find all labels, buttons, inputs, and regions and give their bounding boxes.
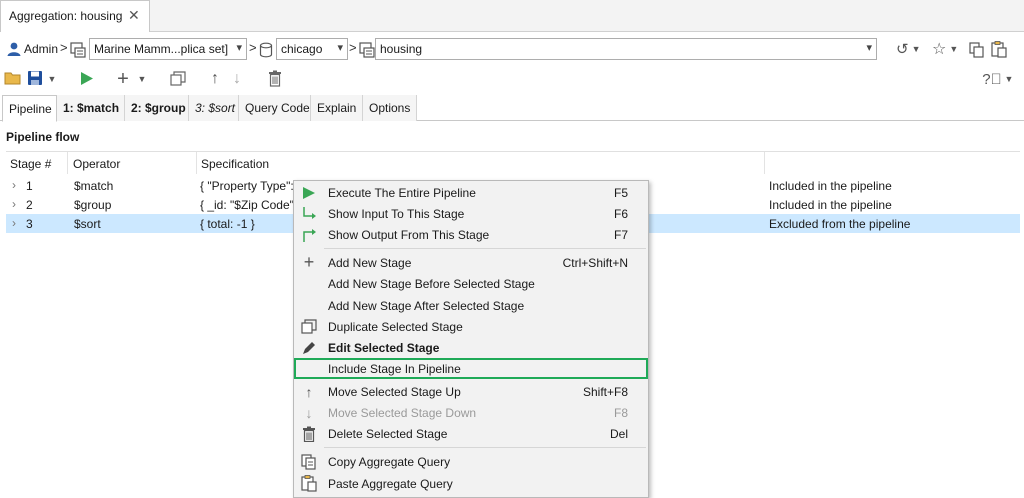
menu-item-show-input[interactable]: Show Input To This Stage F6 (294, 203, 648, 224)
connection-value: Marine Mamm...plica set] (94, 42, 229, 56)
play-icon (300, 184, 318, 201)
column-header-specification[interactable]: Specification (197, 152, 765, 174)
menu-item-add-stage-after[interactable]: Add New Stage After Selected Stage (294, 295, 648, 316)
arrow-up-right-icon (300, 226, 318, 243)
tab-stage-3[interactable]: 3: $sort (189, 95, 239, 121)
chevron-right-icon[interactable]: › (12, 216, 16, 230)
menu-item-add-stage-before[interactable]: Add New Stage Before Selected Stage (294, 273, 648, 294)
toolbar: ▼ + ▼ ↑ ↓ ?⃝ ▼ (0, 66, 1024, 92)
tab-stage-2[interactable]: 2: $group (125, 95, 189, 121)
chevron-down-icon[interactable]: ▼ (1004, 68, 1014, 90)
context-menu: Execute The Entire Pipeline F5 Show Inpu… (293, 180, 649, 498)
stage-operator: $sort (74, 217, 101, 231)
document-tab[interactable]: Aggregation: housing ✕ (0, 0, 150, 32)
breadcrumb: Admin > Marine Mamm...plica set] ▾ > chi… (0, 36, 1024, 64)
chevron-right-icon: > (349, 40, 357, 55)
chevron-down-icon: ▾ (236, 42, 242, 54)
tab-stage-1[interactable]: 1: $match (57, 95, 125, 121)
help-icon[interactable]: ?⃝ (982, 68, 1002, 90)
column-header-operator[interactable]: Operator (69, 152, 197, 174)
chevron-down-icon[interactable]: ▼ (137, 68, 147, 90)
tab-explain[interactable]: Explain (311, 95, 363, 121)
document-tab-strip: Aggregation: housing ✕ (0, 0, 1024, 32)
menu-item-add-stage[interactable]: + Add New Stage Ctrl+Shift+N (294, 252, 648, 273)
arrow-down-right-icon (300, 205, 318, 222)
chevron-down-icon[interactable]: ▼ (46, 68, 58, 90)
stage-status: Included in the pipeline (769, 179, 892, 193)
menu-separator (324, 447, 646, 448)
collection-select[interactable]: housing ▾ (375, 38, 877, 60)
open-folder-icon[interactable] (4, 70, 22, 86)
close-tab-icon[interactable]: ✕ (128, 7, 140, 24)
column-header-status[interactable] (765, 152, 1020, 174)
user-crumb[interactable]: Admin (6, 39, 58, 59)
menu-item-delete-stage[interactable]: Delete Selected Stage Del (294, 423, 648, 444)
play-icon[interactable] (80, 71, 94, 86)
arrow-down-icon[interactable]: ↓ (230, 68, 244, 90)
server-icon (70, 42, 86, 58)
stage-tabs: Pipeline 1: $match 2: $group 3: $sort Qu… (0, 95, 1024, 122)
trash-icon (300, 425, 318, 442)
plus-icon[interactable]: + (114, 68, 132, 90)
arrow-up-icon: ↑ (305, 383, 313, 400)
stage-number: 3 (26, 217, 33, 231)
menu-separator (324, 248, 646, 249)
database-select[interactable]: chicago ▾ (276, 38, 348, 60)
chevron-right-icon[interactable]: › (12, 178, 16, 192)
save-icon[interactable] (27, 70, 43, 86)
menu-item-duplicate-stage[interactable]: Duplicate Selected Stage (294, 316, 648, 337)
tab-query-code[interactable]: Query Code (239, 95, 311, 121)
connection-select[interactable]: Marine Mamm...plica set] ▾ (89, 38, 247, 60)
history-icon[interactable]: ↺ ▼ (896, 39, 921, 59)
paste-icon[interactable] (991, 41, 1007, 58)
stage-status: Included in the pipeline (769, 198, 892, 212)
user-icon (7, 42, 21, 56)
menu-item-include-stage[interactable]: Include Stage In Pipeline (294, 358, 648, 379)
trash-icon[interactable] (268, 70, 282, 87)
user-label: Admin (24, 42, 59, 56)
plus-icon: + (303, 252, 315, 272)
collection-value: housing (380, 42, 423, 56)
paste-icon (300, 475, 318, 492)
menu-item-move-down[interactable]: ↓ Move Selected Stage Down F8 (294, 402, 648, 423)
duplicate-icon (300, 318, 318, 335)
stage-operator: $group (74, 198, 112, 212)
pen-icon (300, 339, 318, 356)
chevron-right-icon[interactable]: › (12, 197, 16, 211)
chevron-right-icon: > (249, 40, 257, 55)
menu-item-edit-stage[interactable]: Edit Selected Stage (294, 337, 648, 358)
column-header-stage[interactable]: Stage # (6, 152, 68, 174)
copy-icon[interactable] (969, 42, 985, 58)
menu-item-paste-query[interactable]: Paste Aggregate Query (294, 473, 648, 494)
pipeline-flow-title: Pipeline flow (6, 130, 80, 144)
stage-number: 1 (26, 179, 33, 193)
menu-item-execute-pipeline[interactable]: Execute The Entire Pipeline F5 (294, 182, 648, 203)
duplicate-icon[interactable] (170, 71, 186, 87)
database-value: chicago (281, 42, 323, 56)
chevron-down-icon: ▾ (337, 42, 343, 54)
stage-specification: { "Property Type": " (200, 179, 296, 193)
stage-status: Excluded from the pipeline (769, 217, 911, 231)
stage-number: 2 (26, 198, 33, 212)
stage-specification: { total: -1 } (200, 217, 255, 231)
stage-operator: $match (74, 179, 114, 193)
arrow-down-icon: ↓ (305, 404, 313, 421)
arrow-up-icon[interactable]: ↑ (208, 68, 222, 90)
tab-options[interactable]: Options (363, 95, 417, 121)
document-tab-title: Aggregation: housing (9, 9, 123, 23)
collection-icon (359, 42, 375, 58)
menu-item-copy-query[interactable]: Copy Aggregate Query (294, 451, 648, 472)
star-icon[interactable]: ☆ ▼ (932, 39, 958, 59)
chevron-right-icon: > (60, 40, 68, 55)
menu-item-move-up[interactable]: ↑ Move Selected Stage Up Shift+F8 (294, 381, 648, 402)
stage-specification: { _id: "$Zip Code", (200, 198, 296, 212)
database-icon (259, 42, 273, 58)
copy-icon (300, 453, 318, 470)
chevron-down-icon: ▾ (866, 42, 872, 54)
menu-item-show-output[interactable]: Show Output From This Stage F7 (294, 224, 648, 245)
tab-pipeline[interactable]: Pipeline (2, 95, 57, 122)
